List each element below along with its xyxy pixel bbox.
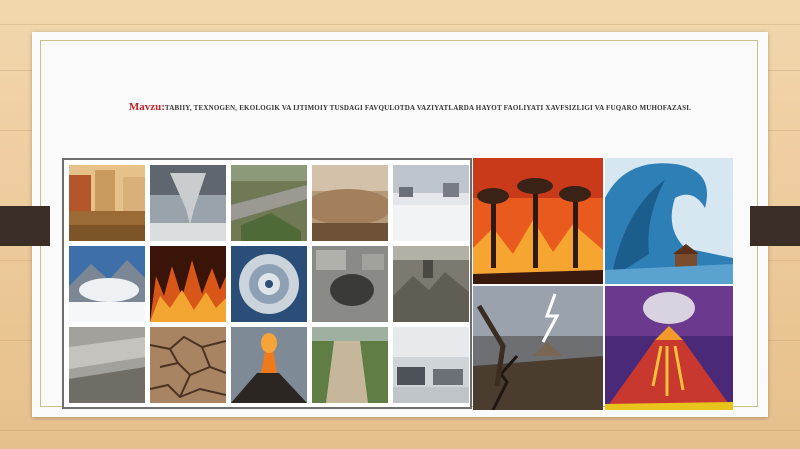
tsunami-illustration	[605, 158, 733, 284]
forest-fire-photo	[150, 246, 226, 322]
volcano-illustration	[605, 286, 733, 410]
slide-tab-left	[0, 206, 50, 246]
disaster-photo-grid	[62, 158, 472, 409]
earthquake-ruins-photo	[393, 246, 469, 322]
tornado-photo	[150, 165, 226, 241]
snow-storm-photo	[393, 165, 469, 241]
flood-photo	[69, 165, 145, 241]
ice-storm-photo	[393, 327, 469, 403]
avalanche-photo	[69, 246, 145, 322]
landslide-road-photo	[231, 165, 307, 241]
volcano-eruption-photo	[231, 327, 307, 403]
mudflow-photo	[69, 327, 145, 403]
title-text: TABIIY, TEXNOGEN, EKOLOGIK VA IJTIMOIY T…	[164, 104, 692, 112]
title-label: Mavzu:	[128, 101, 165, 113]
hurricane-satellite-photo	[231, 246, 307, 322]
wildfire-illustration	[473, 158, 603, 284]
drought-cracked-earth-photo	[150, 327, 226, 403]
dust-storm-photo	[312, 165, 388, 241]
slide-title: Mavzu:TABIIY, TEXNOGEN, EKOLOGIK VA IJTI…	[60, 97, 760, 115]
slide-tab-right	[750, 206, 800, 246]
earthquake-storm-illustration	[473, 286, 603, 410]
landslide-hill-photo	[312, 327, 388, 403]
sinkhole-photo	[312, 246, 388, 322]
